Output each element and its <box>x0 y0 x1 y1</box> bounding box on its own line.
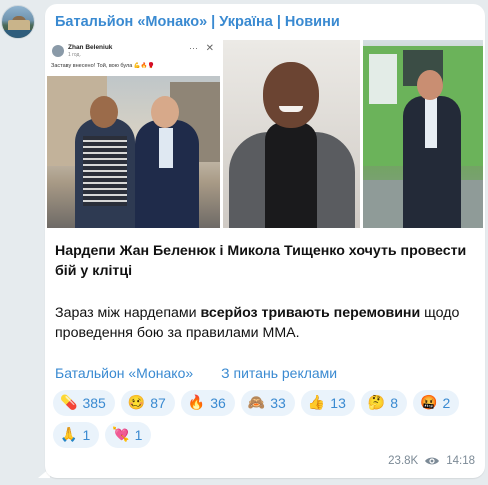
photo-portrait[interactable] <box>223 40 360 228</box>
reaction-count: 1 <box>82 427 91 443</box>
folded-hands-icon: 🙏 <box>60 427 78 443</box>
reaction-woozy[interactable]: 🥴 87 <box>120 390 175 416</box>
reaction-count: 8 <box>390 395 399 411</box>
view-count: 23.8K <box>388 455 419 467</box>
channel-link[interactable]: Батальйон «Монако» <box>55 365 193 381</box>
ads-link[interactable]: З питань реклами <box>221 365 337 381</box>
fb-author: Zhan Beleniuk <box>68 44 113 51</box>
reaction-angry[interactable]: 🤬 2 <box>413 390 460 416</box>
fire-icon: 🔥 <box>187 395 206 411</box>
close-icon: ✕ <box>205 43 214 54</box>
photo-facebook-post[interactable]: Zhan Beleniuk 1 год. ··· ✕ Заставу внесе… <box>47 40 220 228</box>
reaction-count: 36 <box>210 395 226 411</box>
reaction-count: 2 <box>442 395 451 411</box>
thinking-face-icon: 🤔 <box>367 395 386 411</box>
reaction-thinking[interactable]: 🤔 8 <box>360 390 408 416</box>
more-icon: ··· <box>189 43 198 53</box>
channel-name[interactable]: Батальйон «Монако» | Україна | Новини <box>55 14 340 30</box>
reaction-pill[interactable]: 💊 385 <box>53 390 115 416</box>
see-no-evil-monkey-icon: 🙈 <box>247 395 266 411</box>
angry-face-icon: 🤬 <box>420 395 438 411</box>
reaction-count: 1 <box>134 427 143 443</box>
footer-links: Батальйон «Монако» З питань реклами <box>55 365 337 381</box>
post-body-text: Зараз між нардепами <box>55 305 201 321</box>
message-meta: 23.8K 14:18 <box>388 455 475 467</box>
reaction-see-no-evil[interactable]: 🙈 33 <box>240 390 295 416</box>
reaction-pray[interactable]: 🙏 1 <box>53 422 100 448</box>
post-body-bold: всерйоз тривають перемовини <box>200 305 421 321</box>
heart-arrow-icon: 💘 <box>112 427 130 443</box>
woozy-face-icon: 🥴 <box>127 395 146 411</box>
reaction-count: 33 <box>270 395 286 411</box>
reaction-thumbs-up[interactable]: 👍 13 <box>300 390 355 416</box>
fb-time: 1 год. <box>68 52 81 58</box>
thumbs-up-icon: 👍 <box>307 395 326 411</box>
reaction-count: 385 <box>82 395 106 411</box>
channel-avatar[interactable] <box>1 5 35 39</box>
pill-icon: 💊 <box>60 395 78 411</box>
reaction-fire[interactable]: 🔥 36 <box>180 390 235 416</box>
reactions-bar: 💊 385 🥴 87 🔥 36 🙈 33 👍 13 🤔 8 🤬 2 🙏 1 💘 1 <box>53 390 473 448</box>
post-title: Нардепи Жан Беленюк і Микола Тищенко хоч… <box>55 243 467 279</box>
message-bubble: Батальйон «Монако» | Україна | Новини Zh… <box>45 4 485 478</box>
media-album[interactable]: Zhan Beleniuk 1 год. ··· ✕ Заставу внесе… <box>47 40 483 228</box>
reaction-count: 13 <box>330 395 346 411</box>
fb-photo <box>47 76 220 228</box>
post-body: Зараз між нардепами всерйоз тривають пер… <box>55 303 475 343</box>
eye-icon <box>425 457 440 465</box>
message-time: 14:18 <box>446 455 475 467</box>
fb-avatar <box>52 45 64 57</box>
fb-caption: Заставу внесено! Той, вою була 💪🔥🥊 <box>51 63 155 69</box>
reaction-heart-arrow[interactable]: 💘 1 <box>105 422 152 448</box>
reaction-count: 87 <box>150 395 166 411</box>
photo-street[interactable] <box>363 40 483 228</box>
fb-post-header: Zhan Beleniuk 1 год. ··· ✕ Заставу внесе… <box>47 40 220 76</box>
